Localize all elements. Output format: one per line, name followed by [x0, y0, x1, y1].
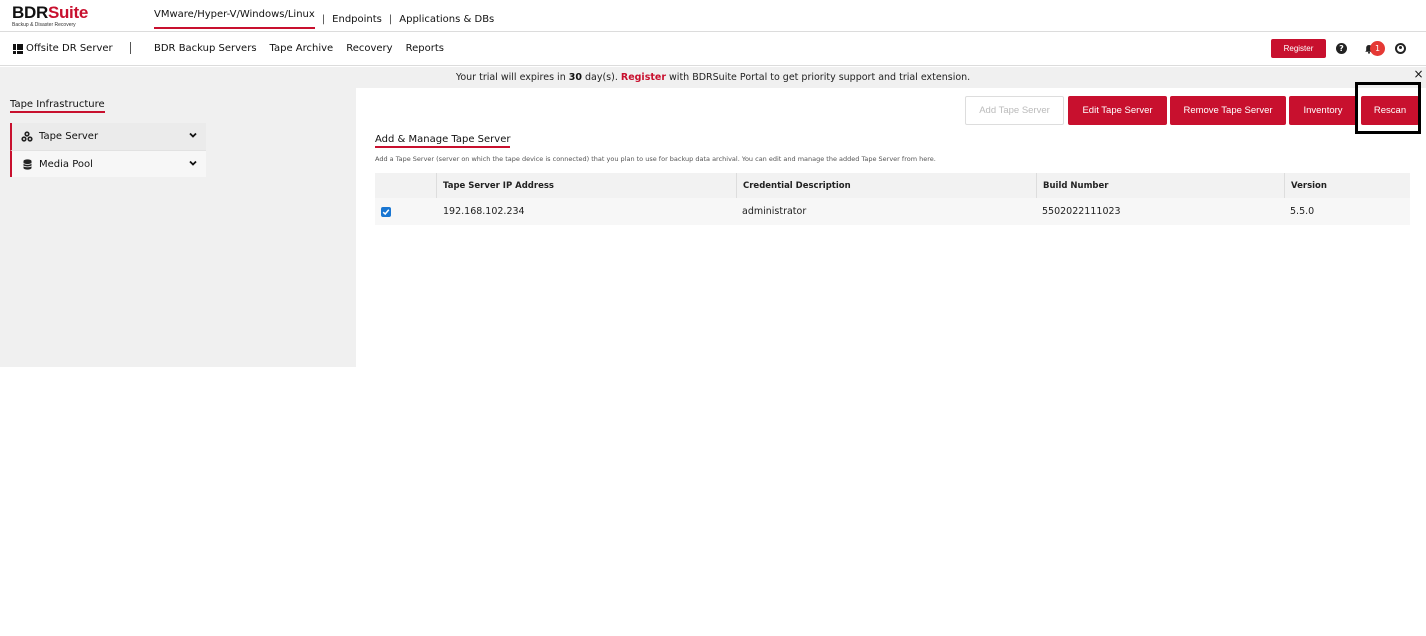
banner-text-3: with BDRSuite Portal to get priority sup…	[666, 72, 971, 83]
sidebar-item-label: Tape Server	[39, 131, 99, 142]
sidebar-item-label: Media Pool	[39, 158, 93, 170]
edit-tape-server-button[interactable]: Edit Tape Server	[1068, 96, 1167, 125]
column-header-ip[interactable]: Tape Server IP Address	[436, 173, 736, 198]
row-select-cell	[375, 206, 436, 217]
secondary-nav-bar: Offsite DR Server BDR Backup Servers Tap…	[0, 32, 1426, 66]
inventory-button[interactable]: Inventory	[1289, 96, 1357, 125]
sub-nav-reports[interactable]: Reports	[406, 43, 444, 54]
database-icon	[21, 158, 33, 170]
tape-server-table: Tape Server IP Address Credential Descri…	[375, 173, 1410, 225]
cell-version: 5.5.0	[1290, 206, 1315, 217]
banner-close-icon[interactable]: ×	[1413, 67, 1424, 81]
sidebar-item-tape-server[interactable]: Tape Server	[10, 123, 206, 150]
banner-text-1: Your trial will expires in	[455, 72, 569, 83]
trial-banner: Your trial will expires in 30 day(s). Re…	[0, 67, 1426, 88]
nav-divider	[130, 42, 131, 54]
apps-grid-icon[interactable]	[13, 43, 23, 54]
top-nav-vmware[interactable]: VMware/Hyper-V/Windows/Linux	[154, 9, 315, 29]
table-row[interactable]: 192.168.102.234 administrator 5502022111…	[375, 198, 1410, 225]
help-icon[interactable]: ?	[1336, 43, 1347, 54]
logo-text-bdr: BDR	[12, 3, 48, 22]
servers-icon	[21, 131, 33, 143]
column-header-build[interactable]: Build Number	[1036, 173, 1284, 198]
top-nav: VMware/Hyper-V/Windows/Linux | Endpoints…	[154, 9, 494, 29]
banner-days: 30	[568, 72, 582, 83]
notification-badge[interactable]: 1	[1370, 41, 1385, 56]
banner-register-link[interactable]: Register	[621, 72, 666, 83]
cell-ip: 192.168.102.234	[443, 206, 525, 217]
main-content: Add Tape Server Edit Tape Server Remove …	[356, 82, 1426, 367]
chevron-down-icon[interactable]	[189, 159, 197, 167]
remove-tape-server-button[interactable]: Remove Tape Server	[1170, 96, 1286, 125]
sub-nav-tape-archive[interactable]: Tape Archive	[270, 43, 334, 54]
section-title: Add & Manage Tape Server	[375, 134, 511, 148]
brand-logo[interactable]: BDRSuite Backup & Disaster Recovery	[12, 3, 88, 29]
add-tape-server-button[interactable]: Add Tape Server	[965, 96, 1064, 125]
sub-nav-bdr-backup-servers[interactable]: BDR Backup Servers	[154, 43, 257, 54]
register-button[interactable]: Register	[1271, 39, 1326, 58]
column-header-version[interactable]: Version	[1284, 173, 1410, 198]
checkmark-icon	[382, 208, 390, 215]
banner-text-2: day(s).	[581, 72, 621, 83]
cell-build: 5502022111023	[1042, 206, 1121, 217]
sidebar: Tape Infrastructure Tape Server Media Po…	[0, 88, 356, 367]
rescan-highlight-box	[1355, 82, 1421, 134]
top-bar: BDRSuite Backup & Disaster Recovery VMwa…	[0, 0, 1426, 32]
top-nav-applications[interactable]: Applications & DBs	[399, 14, 494, 25]
top-nav-separator: |	[388, 13, 393, 25]
server-menu-label: Offsite DR Server	[26, 43, 113, 54]
column-header-credential[interactable]: Credential Description	[736, 173, 1036, 198]
top-nav-endpoints[interactable]: Endpoints	[332, 14, 382, 25]
sidebar-title: Tape Infrastructure	[10, 99, 105, 113]
section-description: Add a Tape Server (server on which the t…	[375, 155, 936, 163]
cell-credential: administrator	[742, 206, 807, 217]
logo-tagline: Backup & Disaster Recovery	[12, 22, 76, 28]
server-menu[interactable]: Offsite DR Server	[13, 43, 113, 54]
row-checkbox[interactable]	[381, 206, 391, 217]
sidebar-item-media-pool[interactable]: Media Pool	[10, 150, 206, 177]
top-nav-separator: |	[321, 13, 326, 25]
table-header: Tape Server IP Address Credential Descri…	[375, 173, 1410, 198]
logo-text-suite: Suite	[47, 3, 88, 22]
user-icon[interactable]	[1395, 43, 1406, 54]
chevron-down-icon[interactable]	[189, 131, 197, 139]
sub-nav: BDR Backup Servers Tape Archive Recovery…	[154, 43, 444, 54]
sub-nav-recovery[interactable]: Recovery	[346, 43, 392, 54]
